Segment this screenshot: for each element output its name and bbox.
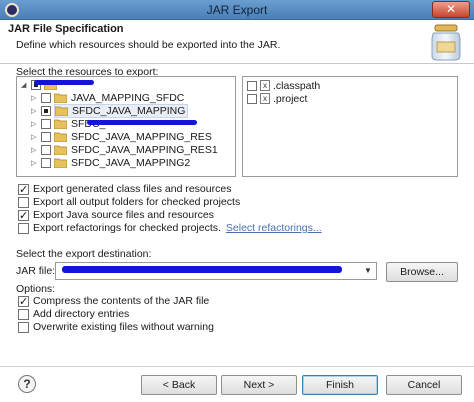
expand-arrow-icon[interactable]: ▷ (31, 94, 41, 102)
expand-arrow-icon[interactable]: ▷ (31, 120, 41, 128)
chevron-down-icon[interactable]: ▼ (362, 265, 374, 277)
checkbox[interactable] (18, 222, 29, 234)
x-file-icon: x (260, 93, 270, 104)
file-list[interactable]: x .classpath x .project (242, 76, 458, 177)
checkbox[interactable] (18, 209, 29, 222)
tree-row-selected[interactable]: ▷ SFDC_JAVA_MAPPING (31, 103, 189, 118)
next-button[interactable]: Next > (221, 375, 297, 395)
checkbox[interactable] (18, 183, 29, 196)
directory-entries-option[interactable]: Add directory entries (18, 308, 129, 320)
help-icon[interactable]: ? (18, 375, 36, 393)
redaction-mark (62, 266, 342, 273)
expand-arrow-icon[interactable]: ▷ (31, 107, 41, 115)
project-checkbox[interactable] (41, 131, 51, 142)
project-checkbox[interactable] (41, 118, 51, 129)
browse-button[interactable]: Browse... (386, 262, 458, 282)
folder-icon (55, 106, 68, 116)
project-checkbox[interactable] (41, 92, 51, 103)
title-bar: JAR Export ✕ (0, 0, 474, 20)
page-title: JAR File Specification (8, 23, 124, 35)
select-refactorings-link[interactable]: Select refactorings... (226, 222, 322, 234)
compress-option[interactable]: Compress the contents of the JAR file (18, 295, 209, 308)
options-label: Options: (16, 283, 56, 295)
close-button[interactable]: ✕ (432, 1, 470, 18)
list-item[interactable]: x .project (247, 92, 307, 105)
export-class-files-option[interactable]: Export generated class files and resourc… (18, 183, 231, 196)
x-file-icon: x (260, 80, 270, 91)
tree-row[interactable]: ▷ JAVA_MAPPING_SFDC (31, 91, 184, 104)
project-checkbox[interactable] (41, 144, 51, 155)
checkbox[interactable] (18, 196, 29, 208)
collapse-arrow-icon[interactable]: ◢ (21, 81, 31, 89)
export-refactorings-option[interactable]: Export refactorings for checked projects… (18, 222, 322, 234)
folder-icon (54, 145, 67, 155)
window-title: JAR Export (206, 3, 268, 17)
folder-icon (54, 158, 67, 168)
folder-icon (54, 119, 67, 129)
project-tree[interactable]: ◢ ▷ JAVA_MAPPING_SFDC ▷ SFDC_JAVA_MAPPIN… (16, 76, 236, 177)
file-checkbox[interactable] (247, 80, 257, 91)
destination-label: Select the export destination: (16, 248, 152, 260)
expand-arrow-icon[interactable]: ▷ (31, 159, 41, 167)
tree-row[interactable]: ▷ SFDC_JAVA_MAPPING_RES (31, 130, 212, 143)
export-output-folders-option[interactable]: Export all output folders for checked pr… (18, 196, 240, 208)
project-checkbox[interactable] (41, 157, 51, 168)
expand-arrow-icon[interactable]: ▷ (31, 146, 41, 154)
checkbox[interactable] (18, 321, 29, 333)
folder-icon (54, 132, 67, 142)
tree-row[interactable]: ▷ SFDC_JAVA_MAPPING_RES1 (31, 143, 218, 156)
jar-icon (431, 24, 461, 61)
file-checkbox[interactable] (247, 93, 257, 104)
page-description: Define which resources should be exporte… (16, 39, 281, 51)
wizard-header: JAR File Specification Define which reso… (0, 20, 474, 64)
list-item[interactable]: x .classpath (247, 79, 320, 92)
redaction-mark (34, 80, 94, 85)
project-checkbox[interactable] (41, 105, 51, 116)
export-source-files-option[interactable]: Export Java source files and resources (18, 209, 214, 222)
jar-file-label: JAR file: (16, 265, 56, 277)
overwrite-option[interactable]: Overwrite existing files without warning (18, 321, 214, 333)
finish-button[interactable]: Finish (302, 375, 378, 395)
checkbox[interactable] (18, 308, 29, 320)
tree-row[interactable]: ▷ SFDC_JAVA_MAPPING2 (31, 156, 190, 169)
back-button[interactable]: < Back (141, 375, 217, 395)
footer-divider (0, 366, 474, 367)
checkbox[interactable] (18, 295, 29, 308)
jar-file-combo[interactable]: ▼ (55, 262, 377, 280)
cancel-button[interactable]: Cancel (386, 375, 462, 395)
expand-arrow-icon[interactable]: ▷ (31, 133, 41, 141)
folder-icon (54, 93, 67, 103)
redaction-mark (87, 120, 197, 125)
